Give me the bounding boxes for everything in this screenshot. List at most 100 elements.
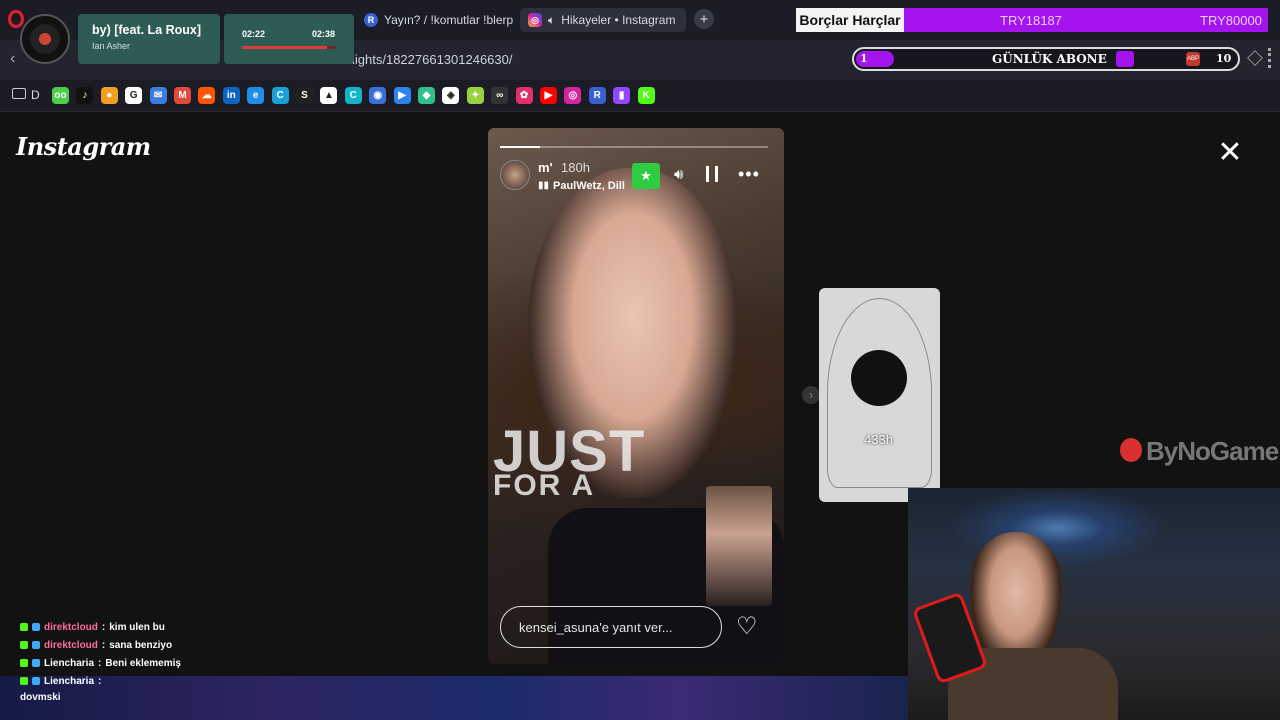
bookmark-19-icon[interactable]: ✦	[466, 87, 484, 104]
bookmark-gmail-icon[interactable]: M	[174, 87, 191, 104]
chat-separator: :	[101, 639, 106, 651]
bynogame-emblem-icon	[1120, 438, 1142, 462]
story-progress-fill	[500, 146, 541, 148]
kick-badge-icon	[20, 659, 28, 667]
song-title: by) [feat. La Roux]	[92, 23, 202, 37]
chat-text: Beni eklememiş	[105, 657, 181, 669]
bookmark-17-icon[interactable]: ◆	[418, 87, 435, 104]
bookmark-kick-icon[interactable]: K	[637, 87, 655, 104]
tab-label: Hikayeler • Instagram	[561, 13, 676, 27]
story-username[interactable]: m'	[538, 160, 553, 175]
bookmark-linkedin-icon[interactable]: in	[222, 87, 240, 104]
bookmark-canva-icon[interactable]: C	[344, 87, 362, 104]
url-text[interactable]: lights/18227661301246630/	[352, 52, 512, 67]
story-reply-input[interactable]	[500, 606, 722, 648]
chat-username: Liencharia	[44, 675, 95, 687]
chat-footer: dovmski	[20, 692, 61, 703]
sub-badge-icon	[32, 659, 40, 667]
bookmark-16-icon[interactable]: ▶	[393, 87, 411, 104]
sub-badge-icon	[32, 641, 40, 649]
chat-text: sana benziyo	[109, 639, 173, 651]
streamer-webcam	[908, 488, 1280, 720]
close-icon[interactable]: ✕	[1214, 136, 1246, 169]
bookmark-18-icon[interactable]: ◈	[442, 87, 460, 104]
story-avatar[interactable]	[500, 160, 530, 190]
user-icon	[1116, 51, 1134, 67]
music-progress-track	[242, 46, 336, 49]
menu-dots-icon[interactable]	[1268, 48, 1271, 68]
bookmark-15-icon[interactable]: ◉	[369, 87, 387, 104]
bynogame-logo: ByNoGame	[1146, 436, 1279, 466]
bookmark-twitch-icon[interactable]: ▮	[613, 87, 631, 104]
new-tab-button[interactable]: +	[694, 9, 714, 29]
chat-message: direktcloud: kim ulen bu	[20, 618, 280, 636]
bookmark-21-icon[interactable]: ✿	[515, 87, 533, 104]
chat-username: direktcloud	[44, 639, 98, 651]
instagram-favicon-icon: ◎	[528, 13, 542, 27]
music-total: 02:38	[312, 29, 336, 39]
bookmark-tiktok-icon[interactable]: ♪	[76, 87, 94, 104]
bookmark-13-icon[interactable]: ▲	[320, 87, 338, 104]
instagram-logo[interactable]: Instagram	[16, 132, 151, 161]
story-viewer[interactable]: m' 180h ▮▮ PaulWetz, Dill ★ 🔊︎ ••• JUST …	[488, 128, 784, 664]
next-story-preview[interactable]: 433h	[819, 288, 940, 502]
bookmark-20-icon[interactable]: ∞	[491, 87, 509, 104]
speaker-icon[interactable]: 🔈︎	[548, 13, 555, 28]
chat-message: Liencharia: Beni eklememiş	[20, 654, 280, 672]
sub-extra: 10	[1216, 52, 1232, 65]
opera-icon[interactable]	[8, 10, 24, 28]
bookmark-1-icon[interactable]: oo	[52, 87, 69, 104]
pause-icon[interactable]	[706, 166, 718, 182]
chat-message: direktcloud: sana benziyo	[20, 636, 280, 654]
donation-label: Borçlar Harçlar	[796, 8, 904, 32]
bookmark-3-icon[interactable]: ●	[100, 87, 118, 104]
roblox-favicon-icon: R	[364, 13, 378, 27]
volume-icon[interactable]: 🔊︎	[674, 166, 683, 183]
story-time: 180h	[561, 160, 590, 175]
vinyl-record-icon	[20, 14, 70, 64]
music-progress-fill	[242, 46, 327, 49]
tab-youtube[interactable]: R Yayın? / !komutlar !blerp	[356, 8, 521, 32]
adblock-icon: ABP	[1186, 52, 1200, 66]
bookmark-roblox-icon[interactable]: R	[588, 87, 606, 104]
kick-badge-icon	[20, 677, 28, 685]
bookmark-instagram-icon[interactable]: ◎	[564, 87, 582, 104]
next-story-time: 433h	[864, 432, 893, 447]
chat-separator: :	[101, 621, 106, 633]
chat-separator: :	[98, 657, 102, 669]
folder-icon[interactable]	[12, 88, 26, 99]
sub-count: 1	[860, 52, 868, 65]
bookmark-google-icon[interactable]: G	[125, 87, 143, 104]
bookmark-youtube-icon[interactable]: ▶	[540, 87, 557, 104]
story-pip-video	[706, 486, 772, 606]
tab-instagram[interactable]: ◎ 🔈︎ Hikayeler • Instagram	[520, 8, 686, 32]
chat-username: direktcloud	[44, 621, 98, 633]
donation-goal-bar: Borçlar Harçlar TRY18187 TRY80000	[796, 8, 1268, 32]
story-music: PaulWetz, Dill	[553, 180, 625, 192]
close-friends-star-icon: ★	[632, 163, 660, 189]
bookmark-edge-icon[interactable]: e	[247, 87, 265, 104]
bookmark-11-icon[interactable]: C	[271, 87, 289, 104]
bookmark-5-icon[interactable]: ✉	[149, 87, 167, 104]
next-story-avatar	[851, 350, 907, 406]
back-arrow-icon[interactable]: ‹	[10, 50, 15, 68]
sub-badge-icon	[32, 677, 40, 685]
daily-sub-counter: 1 GÜNLÜK ABONE ABP 10	[852, 47, 1240, 71]
chat-text: kim ulen bu	[109, 621, 165, 633]
donation-goal: TRY80000	[1200, 13, 1262, 28]
more-options-icon[interactable]: •••	[738, 164, 760, 185]
music-bars-icon: ▮▮	[538, 180, 550, 191]
heart-icon[interactable]: ♡	[736, 612, 758, 641]
chat-message: Liencharia:	[20, 672, 280, 690]
chat-overlay: direktcloud: kim ulen bu direktcloud: sana …	[20, 618, 280, 690]
bookmark-folder-label[interactable]: D	[31, 88, 40, 102]
chat-separator: :	[98, 675, 102, 687]
now-playing-widget: by) [feat. La Roux] Ian Asher	[78, 14, 220, 64]
sub-badge-icon	[32, 623, 40, 631]
previous-story-arrow-icon[interactable]: ›	[802, 386, 820, 404]
extensions-icon[interactable]	[1247, 50, 1263, 66]
bookmark-soundcloud-icon[interactable]: ☁	[198, 87, 216, 104]
bookmark-12-icon[interactable]: S	[296, 87, 313, 104]
song-artist: Ian Asher	[92, 41, 131, 51]
donation-current: TRY18187	[1000, 13, 1062, 28]
